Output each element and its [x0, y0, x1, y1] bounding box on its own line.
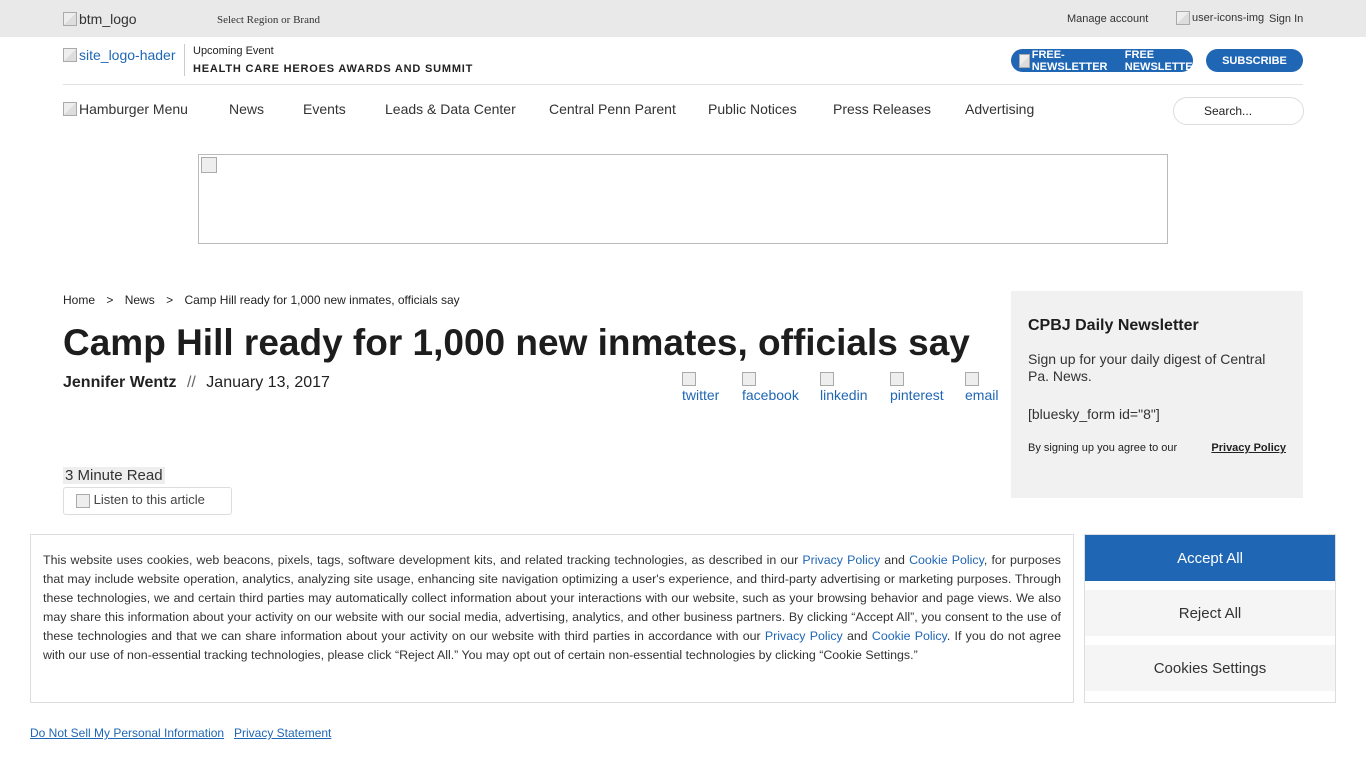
breadcrumb-separator: >: [106, 293, 114, 307]
broken-image-icon: [63, 48, 77, 62]
broken-image-icon: [63, 12, 77, 26]
nav-item-events[interactable]: Events: [303, 101, 346, 117]
cookie-settings-button[interactable]: Cookies Settings: [1085, 645, 1335, 691]
privacy-statement-link[interactable]: Privacy Statement: [234, 726, 331, 740]
hamburger-icon: [63, 102, 77, 116]
nav-item-advertising[interactable]: Advertising: [965, 101, 1034, 117]
article-title: Camp Hill ready for 1,000 new inmates, o…: [63, 322, 970, 363]
read-time: 3 Minute Read: [63, 467, 165, 484]
top-bar: btm_logo Select Region or Brand Manage a…: [0, 0, 1366, 37]
user-icon: user-icons-img: [1176, 11, 1264, 25]
nav-item-news[interactable]: News: [229, 101, 264, 117]
ad-banner[interactable]: [198, 154, 1168, 244]
nav-item-central-penn-parent[interactable]: Central Penn Parent: [549, 101, 676, 117]
sidebar-heading: CPBJ Daily Newsletter: [1028, 317, 1199, 334]
free-newsletter-button[interactable]: FREE-NEWSLETTER FREE NEWSLETTER: [1011, 49, 1201, 73]
facebook-icon: [742, 372, 756, 386]
manage-account-link[interactable]: Manage account: [1067, 13, 1148, 25]
site-logo[interactable]: site_logo-hader: [63, 47, 176, 63]
sidebar-form-shortcode: [bluesky_form id="8"]: [1028, 406, 1160, 422]
upcoming-event-label: Upcoming Event: [193, 45, 274, 57]
breadcrumb: Home > News > Camp Hill ready for 1,000 …: [63, 293, 468, 307]
privacy-policy-link[interactable]: Privacy Policy: [765, 629, 843, 643]
broken-image-icon: [201, 157, 217, 173]
breadcrumb-current: Camp Hill ready for 1,000 new inmates, o…: [184, 293, 460, 307]
btm-logo[interactable]: btm_logo: [63, 11, 137, 27]
share-pinterest[interactable]: pinterest: [890, 372, 944, 403]
sidebar-agree: By signing up you agree to our Privacy P…: [1028, 442, 1286, 454]
privacy-policy-link[interactable]: Privacy Policy: [802, 553, 880, 567]
newsletter-image: FREE-NEWSLETTER: [1019, 49, 1111, 73]
nav-item-public-notices[interactable]: Public Notices: [708, 101, 797, 117]
do-not-sell-link[interactable]: Do Not Sell My Personal Information: [30, 726, 224, 740]
region-select[interactable]: Select Region or Brand: [217, 14, 320, 26]
user-icon-image: [1176, 11, 1190, 25]
audio-icon: [76, 493, 90, 508]
cookie-policy-link[interactable]: Cookie Policy: [872, 629, 947, 643]
broken-image-icon: [1019, 53, 1030, 68]
sign-in-link[interactable]: Sign In: [1269, 13, 1303, 25]
article-date: January 13, 2017: [206, 374, 330, 391]
byline-separator: //: [186, 374, 196, 391]
subscribe-button[interactable]: SUBSCRIBE: [1206, 49, 1303, 72]
reject-all-button[interactable]: Reject All: [1085, 590, 1335, 636]
upcoming-event-link[interactable]: HEALTH CARE HEROES AWARDS AND SUMMIT: [193, 63, 473, 75]
cookie-banner-text: This website uses cookies, web beacons, …: [30, 534, 1074, 703]
breadcrumb-separator: >: [166, 293, 174, 307]
accept-all-button[interactable]: Accept All: [1085, 535, 1335, 581]
header-rule: [63, 84, 1303, 85]
hamburger-menu[interactable]: Hamburger Menu: [63, 101, 188, 117]
sidebar-privacy-link[interactable]: Privacy Policy: [1211, 442, 1286, 454]
cookie-policy-link[interactable]: Cookie Policy: [909, 553, 984, 567]
pinterest-icon: [890, 372, 904, 386]
sidebar-agree-text: By signing up you agree to our: [1028, 442, 1178, 454]
byline: Jennifer Wentz // January 13, 2017: [63, 374, 330, 392]
sidebar-text: Sign up for your daily digest of Central…: [1028, 351, 1266, 384]
share-email[interactable]: email: [965, 372, 998, 403]
header-divider: [184, 44, 185, 76]
listen-button[interactable]: Listen to this article: [63, 487, 232, 515]
newsletter-sidebar: CPBJ Daily Newsletter Sign up for your d…: [1011, 291, 1303, 498]
share-linkedin[interactable]: linkedin: [820, 372, 867, 403]
cookie-text: This website uses cookies, web beacons, …: [43, 553, 803, 567]
nav-item-leads-data-center[interactable]: Leads & Data Center: [385, 101, 516, 117]
breadcrumb-news[interactable]: News: [125, 293, 155, 307]
linkedin-icon: [820, 372, 834, 386]
cookie-text: and: [880, 553, 910, 567]
share-twitter[interactable]: twitter: [682, 372, 719, 403]
newsletter-button-label: FREE NEWSLETTER: [1124, 48, 1201, 73]
share-facebook[interactable]: facebook: [742, 372, 799, 403]
twitter-icon: [682, 372, 696, 386]
email-icon: [965, 372, 979, 386]
author-link[interactable]: Jennifer Wentz: [63, 374, 177, 391]
cookie-text: and: [842, 629, 872, 643]
nav-item-press-releases[interactable]: Press Releases: [833, 101, 931, 117]
cookie-buttons: Accept All Reject All Cookies Settings: [1084, 534, 1336, 703]
search-input[interactable]: Search...: [1173, 97, 1304, 125]
breadcrumb-home[interactable]: Home: [63, 293, 95, 307]
